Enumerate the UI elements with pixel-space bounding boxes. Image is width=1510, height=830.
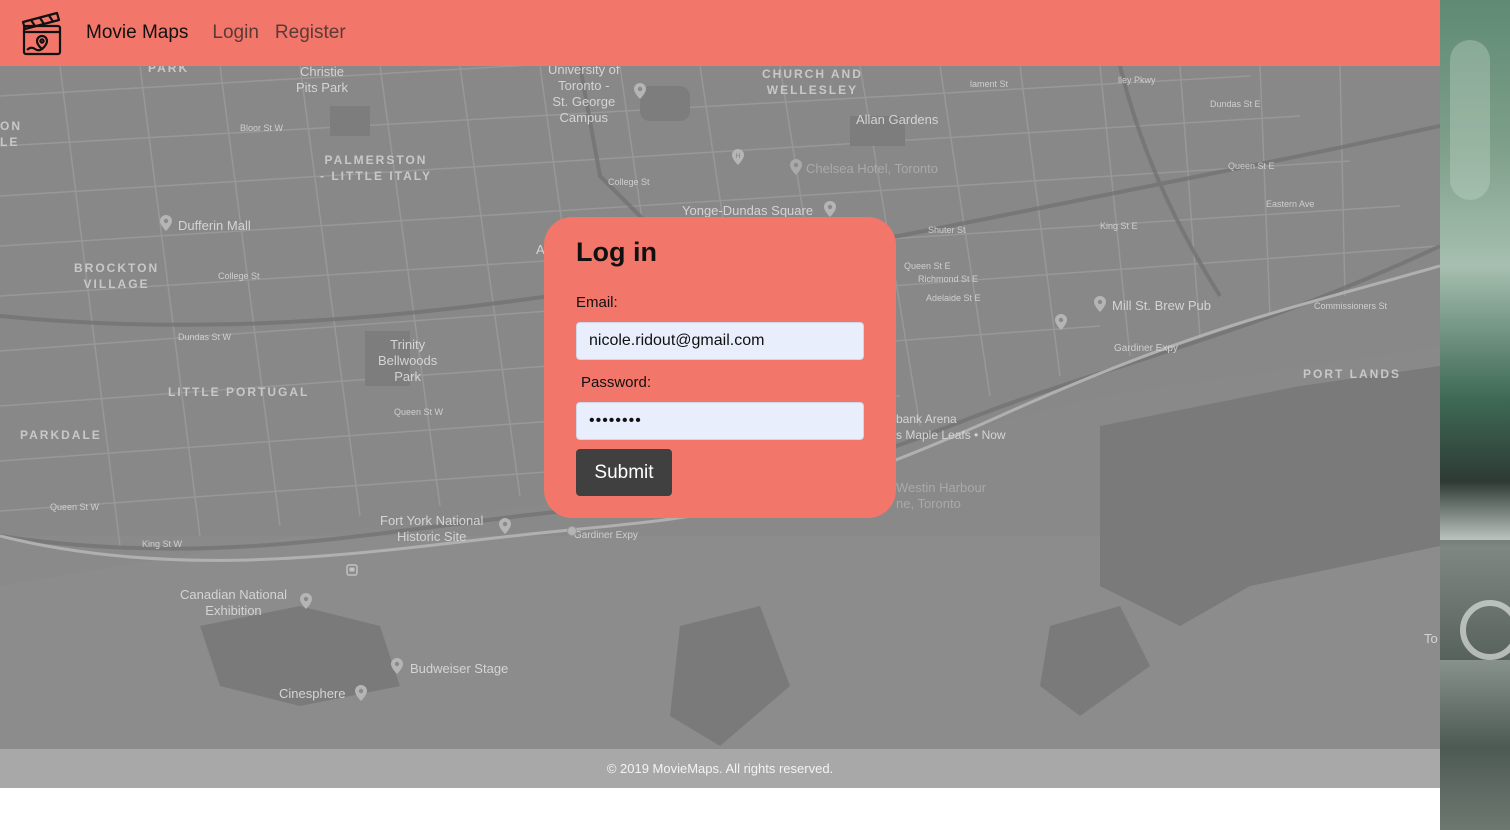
- password-label: Password:: [581, 374, 652, 391]
- street-adelaide: Adelaide St E: [926, 293, 981, 303]
- map-label-christie-pits: Christie Pits Park: [296, 66, 349, 95]
- nav-register-link[interactable]: Register: [275, 22, 346, 44]
- map-label-to: To: [1424, 631, 1438, 646]
- street-bloor: Bloor St W: [240, 123, 284, 133]
- map-label-park: PARK: [148, 66, 190, 75]
- street-shuter: Shuter St: [928, 225, 966, 235]
- map-label-mill-st: Mill St. Brew Pub: [1112, 298, 1211, 313]
- footer-copyright: © 2019 MovieMaps. All rights reserved.: [606, 761, 834, 776]
- map-label-trinity-bellwoods: Trinity Bellwoods Park: [378, 337, 438, 384]
- street-valley-pkwy: lley Pkwy: [1118, 75, 1156, 85]
- street-dundas-w: Dundas St W: [178, 332, 232, 342]
- svg-text:H: H: [735, 152, 740, 160]
- map-label-on-le: ON LE: [0, 119, 22, 149]
- background-photo-strip: [1440, 0, 1510, 830]
- street-sherbourne: lament St: [970, 79, 1009, 89]
- submit-button[interactable]: Submit: [576, 449, 672, 496]
- password-field[interactable]: [576, 402, 864, 440]
- map-label-arena: bank Arena s Maple Leafs • Now: [896, 412, 1006, 442]
- street-college: College St: [608, 177, 650, 187]
- map-label-allan-gardens: Allan Gardens: [856, 112, 939, 127]
- footer: © 2019 MovieMaps. All rights reserved.: [0, 749, 1440, 788]
- map-label-uoft: University of Toronto - St. George Campu…: [548, 66, 620, 125]
- map-label-palmerston: PALMERSTON - LITTLE ITALY: [320, 153, 432, 183]
- email-field[interactable]: [576, 322, 864, 360]
- email-label: Email:: [576, 294, 618, 311]
- login-card: Log in Email: Password: Submit: [544, 217, 896, 518]
- map-label-westin: Westin Harbour ne, Toronto: [896, 480, 987, 511]
- street-college-w: College St: [218, 271, 260, 281]
- map-label-little-portugal: LITTLE PORTUGAL: [168, 385, 310, 399]
- street-queen-w: Queen St W: [394, 407, 444, 417]
- street-eastern: Eastern Ave: [1266, 199, 1315, 209]
- navbar: Movie Maps Login Register: [0, 0, 1440, 66]
- map-label-parkdale: PARKDALE: [20, 428, 102, 442]
- map-label-gardiner-1: Gardiner Expy: [1114, 343, 1178, 354]
- map-label-fort-york: Fort York National Historic Site: [380, 513, 484, 544]
- brand-link[interactable]: Movie Maps: [86, 22, 188, 44]
- map-label-cne: Canadian National Exhibition: [180, 587, 287, 618]
- map-label-dufferin-mall: Dufferin Mall: [178, 218, 251, 233]
- street-commissioners: Commissioners St: [1314, 301, 1388, 311]
- map-label-church-wellesley: CHURCH AND WELLESLEY: [762, 67, 863, 97]
- map-label-gardiner-2: Gardiner Expy: [574, 530, 638, 541]
- street-king-w: King St W: [142, 539, 183, 549]
- street-richmond: Richmond St E: [918, 274, 979, 284]
- street-king-e: King St E: [1100, 221, 1138, 231]
- clapperboard-map-pin-icon[interactable]: [20, 9, 64, 57]
- page: Movie Maps Login Register PARK ON LE Chr…: [0, 0, 1510, 830]
- street-dundas-e: Dundas St E: [1210, 99, 1261, 109]
- nav-login-link[interactable]: Login: [212, 22, 259, 44]
- map-label-cinesphere: Cinesphere: [279, 686, 346, 701]
- map-label-budweiser: Budweiser Stage: [410, 661, 509, 676]
- street-queen-w-2: Queen St W: [50, 502, 100, 512]
- map-label-port-lands: PORT LANDS: [1303, 367, 1401, 381]
- map-label-brockton: BROCKTON VILLAGE: [74, 261, 160, 291]
- login-title: Log in: [576, 237, 657, 267]
- map-label-chelsea-hotel: Chelsea Hotel, Toronto: [806, 161, 939, 176]
- street-queen-e: Queen St E: [1228, 161, 1275, 171]
